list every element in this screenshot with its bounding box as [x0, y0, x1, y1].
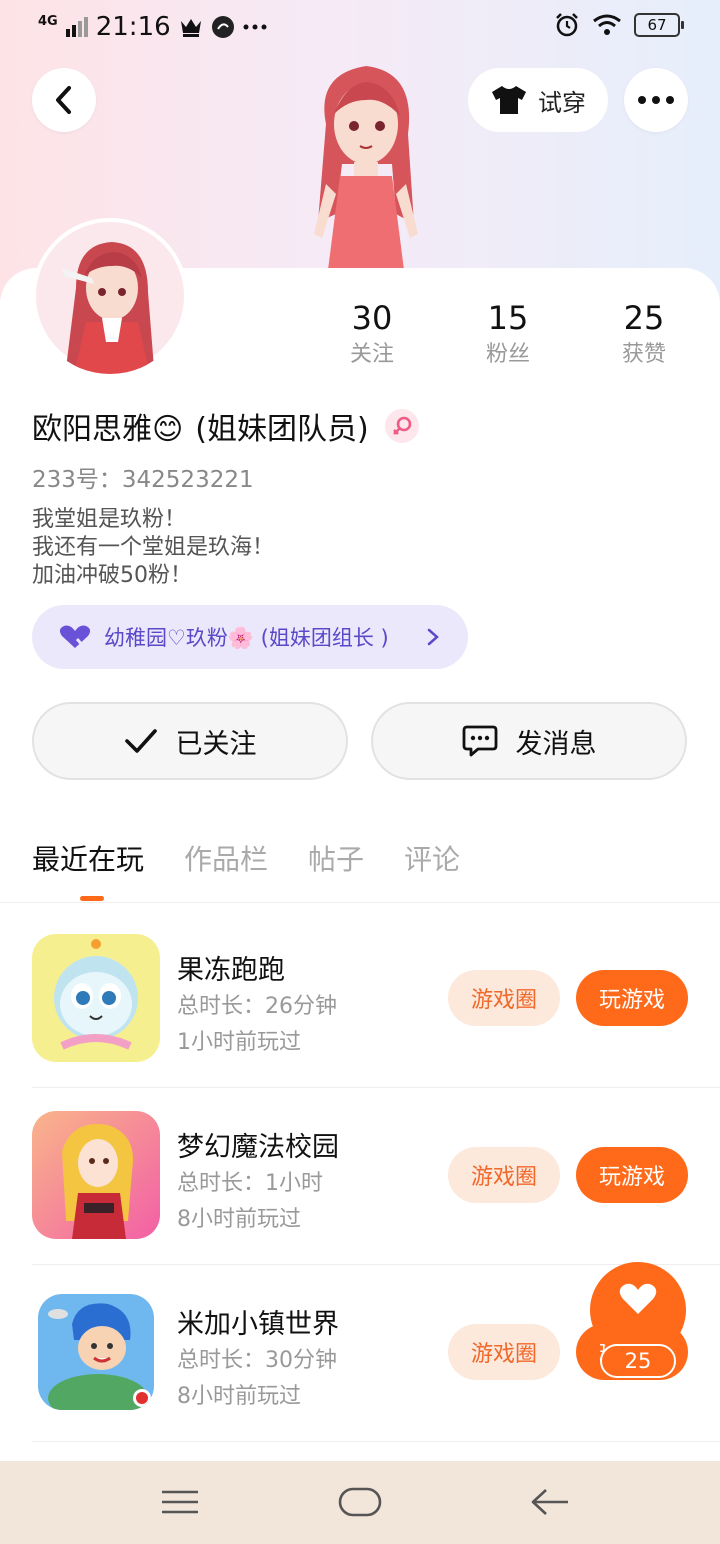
group-name: 幼稚园♡玖粉🌸 (姐妹团组长 )	[104, 626, 389, 650]
tab-recent-play[interactable]: 最近在玩	[32, 838, 144, 878]
game-duration: 总时长：1小时	[177, 1171, 323, 1196]
list-divider	[32, 1441, 720, 1442]
list-divider	[32, 1264, 720, 1265]
heart-icon	[59, 625, 91, 648]
game-duration: 总时长：30分钟	[177, 1348, 337, 1373]
stat-fans[interactable]: 15 粉丝	[448, 298, 568, 372]
game-icon	[32, 1111, 160, 1239]
tab-posts[interactable]: 帖子	[308, 838, 364, 878]
play-game-button[interactable]: 玩游戏	[576, 1147, 688, 1203]
tabs-divider	[0, 902, 720, 903]
crown-icon	[180, 19, 201, 37]
user-id: 233号：342523221	[32, 467, 254, 493]
game-circle-button[interactable]: 游戏圈	[448, 1147, 560, 1203]
stat-fans-count: 15	[487, 299, 529, 337]
game-item[interactable]: 果冻跑跑 总时长：26分钟 1小时前玩过 游戏圈 玩游戏	[32, 934, 688, 1064]
game-last-played: 8小时前玩过	[177, 1207, 301, 1232]
game-icon	[38, 1294, 154, 1410]
alarm-icon	[556, 13, 578, 37]
group-badge-button[interactable]: 幼稚园♡玖粉🌸 (姐妹团组长 )	[32, 605, 468, 669]
tab-works[interactable]: 作品栏	[184, 838, 268, 878]
tab-comments[interactable]: 评论	[404, 838, 460, 878]
active-tab-indicator	[80, 896, 104, 901]
game-last-played: 8小时前玩过	[177, 1384, 301, 1409]
try-on-button[interactable]: 试穿	[468, 68, 608, 132]
stat-likes-count: 25	[623, 299, 665, 337]
profile-tabs: 最近在玩 作品栏 帖子 评论	[32, 838, 460, 878]
game-icon	[32, 934, 160, 1062]
stat-likes-label: 获赞	[621, 342, 666, 367]
stat-following-label: 关注	[349, 342, 394, 367]
play-game-button[interactable]: 玩游戏	[576, 970, 688, 1026]
more-options-button[interactable]	[624, 68, 688, 132]
system-nav-bar	[0, 1461, 720, 1544]
back-arrow-icon[interactable]	[530, 1487, 570, 1517]
followed-button[interactable]: 已关注	[32, 702, 348, 780]
battery-indicator: 67	[634, 13, 684, 37]
profile-name: 欧阳思雅😊	[32, 412, 184, 447]
game-duration: 总时长：26分钟	[177, 994, 337, 1019]
game-last-played: 1小时前玩过	[177, 1030, 301, 1055]
profile-role: (姐妹团队员)	[195, 412, 369, 447]
signal-icon	[65, 17, 88, 37]
wifi-icon	[593, 14, 621, 35]
profile-name-row: 欧阳思雅😊 (姐妹团队员)	[32, 404, 419, 448]
stat-following[interactable]: 30 关注	[312, 298, 432, 372]
profile-bio: 我堂姐是玖粉！ 我还有一个堂姐是玖海！ 加油冲破50粉！	[32, 507, 275, 588]
heart-icon	[619, 1283, 657, 1314]
soul-app-icon	[211, 16, 234, 38]
status-bar: 4G 21:16 67	[0, 0, 720, 56]
clock-time: 21:16	[95, 12, 171, 42]
game-name: 果冻跑跑	[177, 955, 285, 986]
check-icon	[124, 729, 157, 753]
menu-icon[interactable]	[160, 1489, 200, 1515]
like-count: 25	[600, 1344, 676, 1378]
tshirt-icon	[492, 86, 526, 114]
network-label: 4G	[38, 13, 58, 29]
stat-following-count: 30	[351, 299, 393, 337]
female-gender-icon	[384, 409, 419, 443]
game-name: 米加小镇世界	[177, 1309, 339, 1340]
chat-bubble-icon	[462, 725, 497, 757]
game-item[interactable]: 梦幻魔法校园 总时长：1小时 8小时前玩过 游戏圈 玩游戏	[32, 1111, 688, 1241]
more-dots-icon	[638, 96, 674, 104]
list-divider	[32, 1087, 720, 1088]
more-notifications-icon	[243, 24, 267, 30]
game-circle-button[interactable]: 游戏圈	[448, 1324, 560, 1380]
avatar-3d-figure	[296, 54, 436, 270]
chevron-left-icon	[56, 86, 71, 114]
home-icon[interactable]	[338, 1487, 382, 1517]
game-circle-button[interactable]: 游戏圈	[448, 970, 560, 1026]
chevron-right-icon	[427, 628, 439, 646]
avatar[interactable]	[32, 218, 188, 374]
back-button[interactable]	[32, 68, 96, 132]
send-message-button[interactable]: 发消息	[371, 702, 687, 780]
game-name: 梦幻魔法校园	[177, 1132, 339, 1163]
stat-fans-label: 粉丝	[485, 342, 530, 367]
stat-likes[interactable]: 25 获赞	[584, 298, 704, 372]
